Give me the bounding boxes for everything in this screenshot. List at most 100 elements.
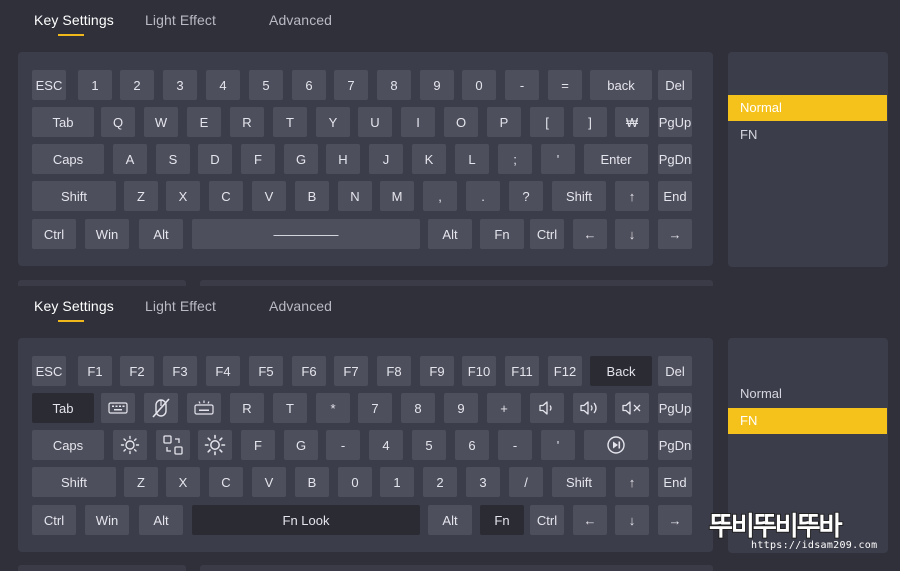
key-o[interactable]: O — [444, 107, 478, 137]
play-pause-key[interactable] — [584, 430, 648, 460]
keyboard-key[interactable] — [101, 393, 135, 423]
key-ctrl[interactable]: Ctrl — [530, 219, 564, 249]
key-arrow-up[interactable]: ↑ — [615, 181, 649, 211]
key-plus[interactable]: + — [487, 393, 521, 423]
key-z[interactable]: Z — [124, 467, 158, 497]
tab-key-settings[interactable]: Key Settings — [34, 12, 114, 36]
key-esc[interactable]: ESC — [32, 356, 66, 386]
key-i[interactable]: I — [401, 107, 435, 137]
key-fn-look[interactable]: Fn Look — [192, 505, 420, 535]
volume-down-key[interactable] — [530, 393, 564, 423]
key-del[interactable]: Del — [658, 356, 692, 386]
key-esc[interactable]: ESC — [32, 70, 66, 100]
key-minus[interactable]: - — [326, 430, 360, 460]
mouse-disabled-key[interactable] — [144, 393, 178, 423]
key-slash[interactable]: / — [509, 467, 543, 497]
key-caps[interactable]: Caps — [32, 430, 104, 460]
key-f1[interactable]: F1 — [78, 356, 112, 386]
key-4[interactable]: 4 — [206, 70, 240, 100]
key-pgup[interactable]: PgUp — [658, 393, 692, 423]
key-2[interactable]: 2 — [423, 467, 457, 497]
key-d[interactable]: D — [198, 144, 232, 174]
key-k[interactable]: K — [412, 144, 446, 174]
key-fn[interactable]: Fn — [480, 505, 524, 535]
key-f4[interactable]: F4 — [206, 356, 240, 386]
key-quote[interactable]: ' — [541, 430, 575, 460]
key-7[interactable]: 7 — [358, 393, 392, 423]
key-u[interactable]: U — [358, 107, 392, 137]
key-shift[interactable]: Shift — [552, 467, 606, 497]
tab-advanced[interactable]: Advanced — [269, 12, 332, 28]
key-right-bracket[interactable]: ] — [573, 107, 607, 137]
key-f8[interactable]: F8 — [377, 356, 411, 386]
key-arrow-left[interactable]: ← — [573, 219, 607, 249]
volume-up-key[interactable] — [573, 393, 607, 423]
layer-item-fn[interactable]: FN — [728, 408, 887, 434]
key-del[interactable]: Del — [658, 70, 692, 100]
keyboard-backlight-key[interactable] — [187, 393, 221, 423]
key-f10[interactable]: F10 — [462, 356, 496, 386]
key-f[interactable]: F — [241, 430, 275, 460]
layer-item-normal[interactable]: Normal — [728, 381, 887, 407]
key-9[interactable]: 9 — [420, 70, 454, 100]
key-alt[interactable]: Alt — [139, 505, 183, 535]
key-a[interactable]: A — [113, 144, 147, 174]
key-f9[interactable]: F9 — [420, 356, 454, 386]
tab-light-effect[interactable]: Light Effect — [145, 12, 216, 28]
key-shift[interactable]: Shift — [32, 181, 116, 211]
key-win[interactable]: Win — [85, 505, 129, 535]
key-8[interactable]: 8 — [377, 70, 411, 100]
key-shift[interactable]: Shift — [32, 467, 116, 497]
key-0[interactable]: 0 — [338, 467, 372, 497]
key-1[interactable]: 1 — [380, 467, 414, 497]
brightness-up-key[interactable] — [198, 430, 232, 460]
key-left-bracket[interactable]: [ — [530, 107, 564, 137]
key-question[interactable]: ? — [509, 181, 543, 211]
key-f11[interactable]: F11 — [505, 356, 539, 386]
key-f6[interactable]: F6 — [292, 356, 326, 386]
key-8[interactable]: 8 — [401, 393, 435, 423]
key-comma[interactable]: , — [423, 181, 457, 211]
key-0[interactable]: 0 — [462, 70, 496, 100]
key-fn[interactable]: Fn — [480, 219, 524, 249]
key-2[interactable]: 2 — [120, 70, 154, 100]
key-pgdn[interactable]: PgDn — [658, 144, 692, 174]
key-pgup[interactable]: PgUp — [658, 107, 692, 137]
key-v[interactable]: V — [252, 181, 286, 211]
key-j[interactable]: J — [369, 144, 403, 174]
key-f7[interactable]: F7 — [334, 356, 368, 386]
key-c[interactable]: C — [209, 181, 243, 211]
key-arrow-down[interactable]: ↓ — [615, 219, 649, 249]
key-ctrl[interactable]: Ctrl — [530, 505, 564, 535]
key-x[interactable]: X — [166, 467, 200, 497]
layer-item-normal[interactable]: Normal — [728, 95, 887, 121]
key-f5[interactable]: F5 — [249, 356, 283, 386]
key-pgdn[interactable]: PgDn — [658, 430, 692, 460]
key-back[interactable]: Back — [590, 356, 652, 386]
key-6[interactable]: 6 — [292, 70, 326, 100]
key-t[interactable]: T — [273, 393, 307, 423]
key-n[interactable]: N — [338, 181, 372, 211]
key-m[interactable]: M — [380, 181, 414, 211]
key-c[interactable]: C — [209, 467, 243, 497]
key-end[interactable]: End — [658, 181, 692, 211]
key-asterisk[interactable]: * — [316, 393, 350, 423]
key-x[interactable]: X — [166, 181, 200, 211]
key-end[interactable]: End — [658, 467, 692, 497]
layout-switch-key[interactable] — [156, 430, 190, 460]
key-alt[interactable]: Alt — [428, 505, 472, 535]
key-alt[interactable]: Alt — [428, 219, 472, 249]
tab-advanced[interactable]: Advanced — [269, 298, 332, 314]
key-semicolon[interactable]: ; — [498, 144, 532, 174]
key-minus[interactable]: - — [505, 70, 539, 100]
key-back[interactable]: back — [590, 70, 652, 100]
key-f3[interactable]: F3 — [163, 356, 197, 386]
key-s[interactable]: S — [156, 144, 190, 174]
key-equals[interactable]: = — [548, 70, 582, 100]
key-g[interactable]: G — [284, 430, 318, 460]
key-3[interactable]: 3 — [163, 70, 197, 100]
key-alt[interactable]: Alt — [139, 219, 183, 249]
key-arrow-right[interactable]: → — [658, 505, 692, 535]
key-p[interactable]: P — [487, 107, 521, 137]
key-tab[interactable]: Tab — [32, 393, 94, 423]
